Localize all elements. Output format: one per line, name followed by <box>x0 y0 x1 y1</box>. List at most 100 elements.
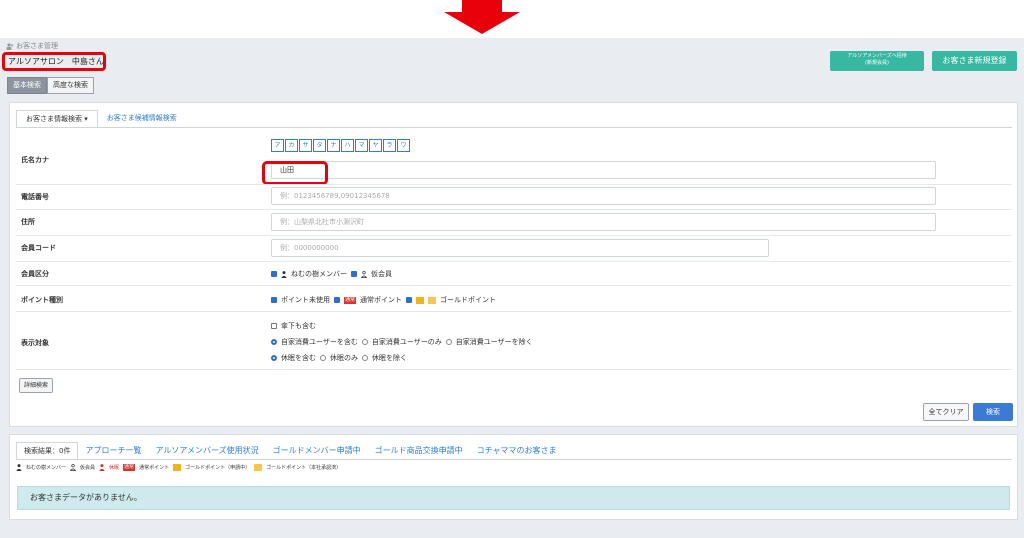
provisional-option-label: 仮会員 <box>371 270 392 278</box>
dormant-only-label: 休眠のみ <box>330 354 358 362</box>
kana-button[interactable]: サ <box>299 139 312 152</box>
kana-button[interactable]: タ <box>313 139 326 152</box>
dormant-include-radio[interactable] <box>271 355 277 361</box>
dormant-exclude-radio[interactable] <box>362 355 368 361</box>
legend-provisional: 仮会員 <box>80 465 96 471</box>
self-include-radio[interactable] <box>271 339 277 345</box>
kana-button[interactable]: ア <box>271 139 284 152</box>
name-kana-label: 氏名カナ <box>21 156 49 164</box>
salon-name: アルソアサロン 中島さん <box>2 52 106 71</box>
kana-button[interactable]: カ <box>285 139 298 152</box>
search-panel: お客さま情報検索 ▾ お客さま候補情報検索 ア カ サ タ ナ ハ マ ヤ ラ … <box>9 102 1018 427</box>
self-consumption-options: 自家消費ユーザーを含む 自家消費ユーザーのみ 自家消費ユーザーを除く <box>271 337 533 347</box>
legend-member: ねむの樹メンバー <box>26 465 67 471</box>
new-customer-button[interactable]: お客さま新規登録 <box>932 51 1017 71</box>
provisional-member-icon <box>361 270 367 278</box>
member-code-input[interactable]: 例：0000000000 <box>271 239 769 257</box>
legend-gold-pending: ゴールドポイント（申請中） <box>185 465 251 471</box>
kana-button[interactable]: ナ <box>327 139 340 152</box>
app-area: お客さま管理 アルソアサロン 中島さん 基本検索 高度な検索 アルソアメンバーズ… <box>0 38 1024 538</box>
people-icon <box>6 42 14 50</box>
tab-search-results[interactable]: 検索結果：0件 <box>16 442 79 460</box>
address-input[interactable]: 例：山梨県北杜市小淵沢町 <box>271 213 936 231</box>
point-type-options: ポイント未使用 通常 通常ポイント ゴールドポイント <box>271 295 496 305</box>
name-kana-input[interactable]: 山田 <box>271 161 936 179</box>
dormant-options: 休眠を含む 休眠のみ 休眠を除く <box>271 353 407 363</box>
kana-button[interactable]: ワ <box>397 139 410 152</box>
gold-points-label: ゴールドポイント <box>440 296 497 304</box>
normal-points-badge: 通常 <box>123 464 136 471</box>
dormant-member-icon <box>99 464 105 471</box>
no-points-checkbox[interactable] <box>271 297 277 303</box>
tab-approach-list[interactable]: アプローチ一覧 <box>78 442 148 460</box>
name-kana-highlight <box>262 161 328 185</box>
self-include-label: 自家消費ユーザーを含む <box>281 338 358 346</box>
legend-gold-approved: ゴールドポイント（本社承認済） <box>266 465 342 471</box>
dormant-include-label: 休眠を含む <box>281 354 316 362</box>
kana-button[interactable]: ヤ <box>369 139 382 152</box>
invite-members-label: アルソアメンバーズへ招待 <box>847 53 907 59</box>
clear-all-button[interactable]: 全てクリア <box>923 403 969 421</box>
invite-members-sublabel: (新規会員) <box>865 60 889 66</box>
phone-input[interactable]: 例：0123456789,09012345678 <box>271 187 936 205</box>
breadcrumb-label: お客さま管理 <box>16 42 58 50</box>
search-button[interactable]: 検索 <box>973 403 1013 421</box>
include-subordinates-checkbox[interactable] <box>271 323 277 329</box>
member-icon <box>16 464 22 471</box>
display-target-label: 表示対象 <box>21 339 49 347</box>
search-tabs: お客さま情報検索 ▾ お客さま候補情報検索 <box>16 110 186 128</box>
member-type-label: 会員区分 <box>21 270 49 278</box>
results-panel: 検索結果：0件 アプローチ一覧 アルソアメンバーズ使用状況 ゴールドメンバー申請… <box>9 434 1018 520</box>
tab-gold-exchange-applying[interactable]: ゴールド商品交換申請中 <box>368 442 470 460</box>
member-checkbox[interactable] <box>271 271 277 277</box>
row-divider <box>16 311 1012 312</box>
gold-approved-icon <box>428 296 437 304</box>
detail-search-button[interactable]: 詳細検索 <box>19 378 54 393</box>
tab-customer-info-search[interactable]: お客さま情報検索 ▾ <box>16 110 98 128</box>
invite-members-button[interactable]: アルソアメンバーズへ招待 (新規会員) <box>830 51 924 71</box>
row-divider <box>16 285 1012 286</box>
legend-normal-points: 通常ポイント <box>139 465 170 471</box>
normal-points-checkbox[interactable] <box>334 297 340 303</box>
provisional-checkbox[interactable] <box>351 271 357 277</box>
member-code-label: 会員コード <box>21 244 56 252</box>
gold-approved-icon <box>254 464 263 471</box>
member-icon <box>281 270 287 278</box>
tab-gold-member-applying[interactable]: ゴールドメンバー申請中 <box>266 442 368 460</box>
tab-divider <box>16 127 1012 128</box>
tab-advanced-search[interactable]: 高度な検索 <box>47 77 94 94</box>
member-option-label: ねむの樹メンバー <box>291 270 347 278</box>
tab-candidate-search[interactable]: お客さま候補情報検索 <box>98 110 186 128</box>
no-points-label: ポイント未使用 <box>281 296 330 304</box>
search-mode-tabs: 基本検索 高度な検索 <box>7 77 94 94</box>
tab-basic-search[interactable]: 基本検索 <box>7 77 47 94</box>
breadcrumb: お客さま管理 <box>6 41 58 51</box>
normal-points-label: 通常ポイント <box>360 296 403 304</box>
down-arrow-indicator <box>444 0 520 34</box>
row-divider <box>16 261 1012 262</box>
result-tabs: 検索結果：0件 アプローチ一覧 アルソアメンバーズ使用状況 ゴールドメンバー申請… <box>16 442 564 460</box>
self-only-radio[interactable] <box>361 339 368 345</box>
gold-pending-icon <box>416 296 425 304</box>
display-sub-option: 傘下も含む <box>271 321 316 331</box>
tab-members-usage[interactable]: アルソアメンバーズ使用状況 <box>148 442 265 460</box>
dormant-only-radio[interactable] <box>320 355 326 361</box>
self-only-label: 自家消費ユーザーのみ <box>371 338 442 346</box>
gold-pending-icon <box>173 464 182 471</box>
provisional-member-icon <box>70 464 77 471</box>
tab-kochamama-customers[interactable]: コチャママのお客さま <box>470 442 564 460</box>
kana-button[interactable]: マ <box>355 139 368 152</box>
legend: ねむの樹メンバー 仮会員 休眠 通常 通常ポイント ゴールドポイント（申請中） … <box>16 464 341 471</box>
phone-label: 電話番号 <box>21 193 49 201</box>
kana-button[interactable]: ラ <box>383 139 396 152</box>
empty-results-message: お客さまデータがありません。 <box>17 486 1010 510</box>
gold-points-checkbox[interactable] <box>406 297 413 303</box>
self-exclude-label: 自家消費ユーザーを除く <box>455 338 533 346</box>
address-label: 住所 <box>21 218 35 226</box>
row-divider <box>16 369 1012 370</box>
kana-filter-buttons: ア カ サ タ ナ ハ マ ヤ ラ ワ <box>271 139 411 152</box>
row-divider <box>16 235 1012 236</box>
row-divider <box>16 209 1012 210</box>
kana-button[interactable]: ハ <box>341 139 354 152</box>
self-exclude-radio[interactable] <box>445 339 452 345</box>
